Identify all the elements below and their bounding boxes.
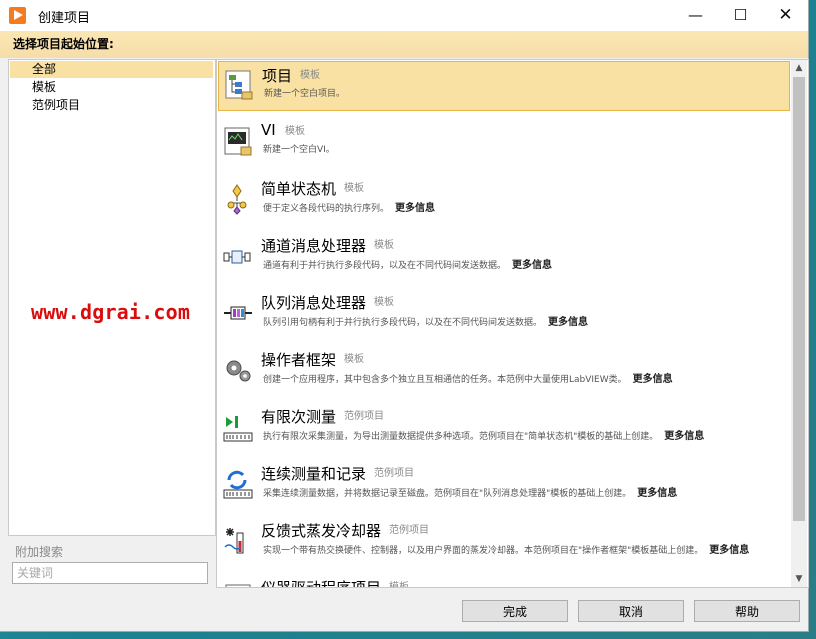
template-item-instrument-driver[interactable]: 仪器驱动程序项目 模板 [218, 574, 790, 588]
template-description: 采集连续测量数据，并将数据记录至磁盘。范例项目在"队列消息处理器"模板的基础上创… [263, 484, 677, 499]
template-item-project[interactable]: 项目 模板 新建一个空白项目。 [218, 61, 790, 111]
more-info-link[interactable]: 更多信息 [633, 374, 673, 385]
finish-button[interactable]: 完成 [462, 600, 568, 622]
category-all[interactable]: 全部 [10, 61, 213, 78]
template-description-text: 采集连续测量数据，并将数据记录至磁盘。范例项目在"队列消息处理器"模板的基础上创… [263, 489, 632, 499]
cancel-button[interactable]: 取消 [578, 600, 684, 622]
template-description: 创建一个应用程序，其中包含多个独立且互相通信的任务。本范例中大量使用LabVIE… [263, 370, 673, 385]
cooler-icon [224, 528, 244, 554]
header-label: 选择项目起始位置: [13, 37, 114, 51]
template-description-text: 实现一个带有热交换硬件、控制器，以及用户界面的蒸发冷却器。本范例项目在"操作者框… [263, 546, 704, 556]
template-item-channel-message-handler[interactable]: 通道消息处理器 模板 通道有利于并行执行多段代码，以及在不同代码间发送数据。 更多… [218, 232, 790, 282]
template-kind: 模板 [300, 70, 320, 81]
template-description-text: 队列引用句柄有利于并行执行多段代码，以及在不同代码间发送数据。 [263, 318, 543, 328]
template-description: 执行有限次采集测量，为导出测量数据提供多种选项。范例项目在"简单状态机"模板的基… [263, 427, 704, 442]
template-title: 连续测量和记录 [261, 465, 367, 483]
template-description-text: 便于定义各段代码的执行序列。 [263, 204, 390, 214]
maximize-button[interactable]: ☐ [718, 0, 763, 31]
template-kind: 模板 [389, 582, 409, 588]
template-title: VI [261, 121, 276, 139]
template-description: 队列引用句柄有利于并行执行多段代码，以及在不同代码间发送数据。 更多信息 [263, 313, 588, 328]
template-title: 仪器驱动程序项目 [261, 579, 382, 588]
template-description: 实现一个带有热交换硬件、控制器，以及用户界面的蒸发冷却器。本范例项目在"操作者框… [263, 541, 749, 556]
template-description-text: 执行有限次采集测量，为导出测量数据提供多种选项。范例项目在"简单状态机"模板的基… [263, 432, 659, 442]
vertical-scrollbar[interactable]: ▲ ▼ [791, 60, 807, 587]
close-button[interactable]: ✕ [763, 0, 808, 31]
watermark-text: www.dgrai.com [31, 300, 191, 324]
queue-handler-icon [224, 306, 252, 320]
template-kind: 模板 [374, 240, 394, 251]
template-kind: 模板 [285, 126, 305, 137]
labview-app-icon [9, 7, 26, 24]
template-description: 新建一个空白项目。 [264, 89, 346, 99]
template-kind: 范例项目 [374, 468, 414, 479]
more-info-link[interactable]: 更多信息 [709, 545, 749, 556]
scroll-up-arrow-icon[interactable]: ▲ [791, 60, 807, 76]
template-description-text: 通道有利于并行执行多段代码，以及在不同代码间发送数据。 [263, 261, 507, 271]
template-kind: 模板 [344, 354, 364, 365]
more-info-link[interactable]: 更多信息 [548, 317, 588, 328]
finite-measure-icon [223, 416, 253, 442]
category-list: 全部 模板 范例项目 [8, 59, 216, 536]
template-title: 队列消息处理器 [261, 294, 367, 312]
template-title: 操作者框架 [261, 351, 337, 369]
template-item-continuous-measurement[interactable]: 连续测量和记录 范例项目 采集连续测量数据，并将数据记录至磁盘。范例项目在"队列… [218, 460, 790, 510]
keyword-search-input[interactable] [12, 562, 208, 584]
category-sample-projects[interactable]: 范例项目 [10, 97, 213, 114]
template-kind: 模板 [344, 183, 364, 194]
more-info-link[interactable]: 更多信息 [664, 431, 704, 442]
template-item-evaporative-cooler[interactable]: 反馈式蒸发冷却器 范例项目 实现一个带有热交换硬件、控制器，以及用户界面的蒸发冷… [218, 517, 790, 567]
template-title: 简单状态机 [261, 180, 337, 198]
channel-handler-icon [223, 250, 251, 264]
template-item-actor-framework[interactable]: 操作者框架 模板 创建一个应用程序，其中包含多个独立且互相通信的任务。本范例中大… [218, 346, 790, 396]
more-info-link[interactable]: 更多信息 [395, 203, 435, 214]
scroll-down-arrow-icon[interactable]: ▼ [791, 571, 807, 587]
template-kind: 模板 [374, 297, 394, 308]
template-item-queued-message-handler[interactable]: 队列消息处理器 模板 队列引用句柄有利于并行执行多段代码，以及在不同代码间发送数… [218, 289, 790, 339]
template-description: 新建一个空白VI。 [263, 145, 335, 155]
additional-search-label: 附加搜索 [15, 545, 64, 559]
template-kind: 范例项目 [389, 525, 429, 536]
gears-icon [226, 360, 251, 382]
template-item-finite-measurement[interactable]: 有限次测量 范例项目 执行有限次采集测量，为导出测量数据提供多种选项。范例项目在… [218, 403, 790, 453]
project-icon [225, 70, 253, 100]
continuous-measure-icon [223, 470, 253, 499]
header-bar: 选择项目起始位置: [0, 31, 808, 58]
title-bar[interactable]: 创建项目 — ☐ ✕ [0, 0, 808, 31]
more-info-link[interactable]: 更多信息 [512, 260, 552, 271]
template-title: 有限次测量 [261, 408, 337, 426]
template-description: 便于定义各段代码的执行序列。 更多信息 [263, 199, 435, 214]
template-description: 通道有利于并行执行多段代码，以及在不同代码间发送数据。 更多信息 [263, 256, 552, 271]
template-item-vi[interactable]: VI 模板 新建一个空白VI。 [218, 118, 790, 168]
template-list: 项目 模板 新建一个空白项目。 VI 模板 新建一个空白VI。 简单状态机 模板… [216, 59, 809, 588]
minimize-button[interactable]: — [673, 0, 718, 31]
template-description-text: 创建一个应用程序，其中包含多个独立且互相通信的任务。本范例中大量使用LabVIE… [263, 375, 627, 385]
create-project-dialog: 创建项目 — ☐ ✕ 选择项目起始位置: 全部 模板 范例项目 www.dgra… [0, 0, 809, 632]
scroll-thumb[interactable] [793, 77, 805, 521]
template-title: 项目 [262, 67, 293, 85]
vi-icon [224, 127, 252, 156]
instrument-driver-icon [225, 584, 251, 587]
more-info-link[interactable]: 更多信息 [637, 488, 677, 499]
template-title: 反馈式蒸发冷却器 [261, 522, 382, 540]
template-item-simple-state-machine[interactable]: 简单状态机 模板 便于定义各段代码的执行序列。 更多信息 [218, 175, 790, 225]
category-templates[interactable]: 模板 [10, 79, 213, 96]
help-button[interactable]: 帮助 [694, 600, 800, 622]
state-machine-icon [227, 184, 247, 215]
template-title: 通道消息处理器 [261, 237, 367, 255]
template-kind: 范例项目 [344, 411, 384, 422]
window-title: 创建项目 [38, 11, 91, 26]
